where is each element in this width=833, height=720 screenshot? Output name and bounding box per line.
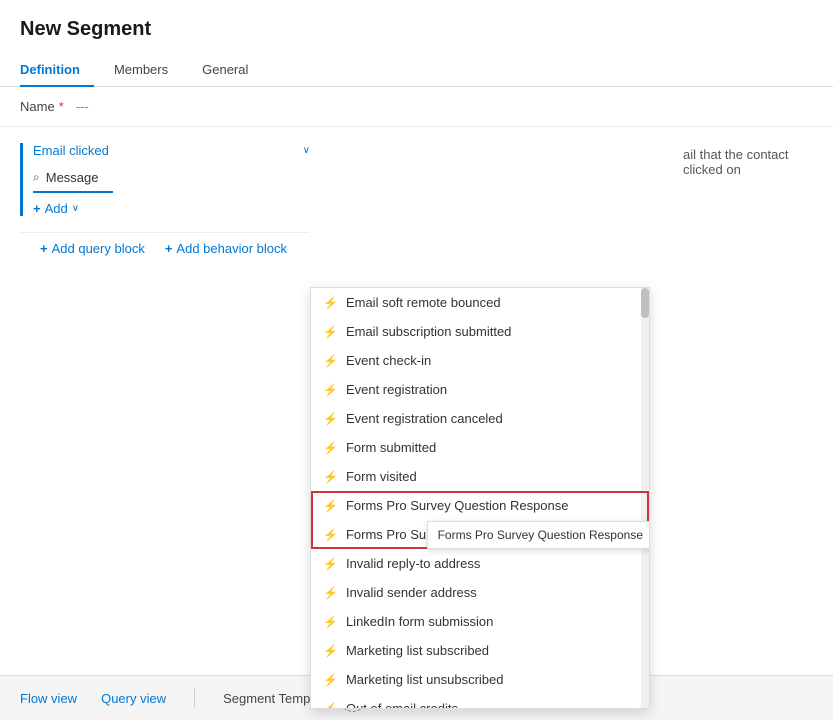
item-label: Email soft remote bounced	[346, 295, 501, 310]
item-label: Event registration canceled	[346, 411, 503, 426]
lightning-icon: ⚡	[323, 528, 338, 542]
item-label: Invalid sender address	[346, 585, 477, 600]
item-label: Marketing list subscribed	[346, 643, 489, 658]
lightning-icon: ⚡	[323, 412, 338, 426]
lightning-icon: ⚡	[323, 383, 338, 397]
lightning-icon: ⚡	[323, 470, 338, 484]
chevron-down-icon: ∨	[303, 145, 310, 156]
tab-members[interactable]: Members	[114, 54, 182, 87]
page-title: New Segment	[20, 18, 813, 41]
item-label: Forms Pro Survey Question Response	[346, 498, 569, 513]
add-label: Add	[45, 201, 68, 216]
item-label: Event registration	[346, 382, 447, 397]
lightning-icon: ⚡	[323, 325, 338, 339]
list-item[interactable]: ⚡ Form submitted	[311, 433, 649, 462]
list-item[interactable]: ⚡ Form visited	[311, 462, 649, 491]
list-item[interactable]: ⚡ Email subscription submitted	[311, 317, 649, 346]
name-value: ---	[76, 99, 89, 114]
tab-definition[interactable]: Definition	[20, 54, 94, 87]
lightning-icon: ⚡	[323, 354, 338, 368]
bottom-bar: + Add query block + Add behavior block	[20, 232, 310, 264]
query-block: Email clicked ∨ ⌕ Message + Add ∨	[20, 143, 310, 216]
block-title[interactable]: Email clicked ∨	[33, 143, 310, 158]
list-item[interactable]: ⚡ Invalid reply-to address	[311, 549, 649, 578]
lightning-icon: ⚡	[323, 615, 338, 629]
page-container: New Segment Definition Members General N…	[0, 0, 833, 720]
item-label: Form visited	[346, 469, 417, 484]
item-label: Invalid reply-to address	[346, 556, 480, 571]
add-behavior-block-button[interactable]: + Add behavior block	[165, 241, 287, 256]
message-text: Message	[46, 170, 99, 185]
add-row[interactable]: + Add ∨	[33, 201, 310, 216]
search-icon: ⌕	[33, 170, 40, 185]
tooltip-text: Forms Pro Survey Question Response	[438, 528, 643, 542]
list-item[interactable]: ⚡ Email soft remote bounced	[311, 288, 649, 317]
list-item[interactable]: ⚡ LinkedIn form submission	[311, 607, 649, 636]
item-label: Email subscription submitted	[346, 324, 511, 339]
list-item[interactable]: ⚡ Event registration canceled	[311, 404, 649, 433]
scrollbar-thumb[interactable]	[641, 288, 649, 318]
lightning-icon: ⚡	[323, 644, 338, 658]
lightning-icon: ⚡	[323, 586, 338, 600]
plus-icon: +	[40, 241, 48, 256]
lightning-icon: ⚡	[323, 673, 338, 687]
add-behavior-block-label: Add behavior block	[176, 241, 287, 256]
message-underline	[33, 191, 113, 193]
list-item[interactable]: ⚡ Event check-in	[311, 346, 649, 375]
item-label: Event check-in	[346, 353, 431, 368]
add-query-block-label: Add query block	[52, 241, 145, 256]
forms-pro-submitted-item[interactable]: ⚡ Forms Pro Survey Submitted Forms Pro S…	[311, 520, 649, 549]
tooltip-box: Forms Pro Survey Question Response	[427, 521, 649, 549]
lightning-icon: ⚡	[323, 441, 338, 455]
item-label: Marketing list unsubscribed	[346, 672, 504, 687]
lightning-icon: ⚡	[323, 499, 338, 513]
left-panel: Email clicked ∨ ⌕ Message + Add ∨ +	[0, 143, 310, 264]
list-item[interactable]: ⚡ Invalid sender address	[311, 578, 649, 607]
message-row: ⌕ Message	[33, 166, 310, 189]
query-view-link[interactable]: Query view	[101, 691, 166, 706]
item-label: LinkedIn form submission	[346, 614, 493, 629]
right-partial-text: ail that the contact clicked on	[673, 127, 833, 197]
lightning-icon: ⚡	[323, 702, 338, 709]
list-item[interactable]: ⚡ Marketing list unsubscribed	[311, 665, 649, 694]
lightning-icon: ⚡	[323, 557, 338, 571]
block-title-text: Email clicked	[33, 143, 109, 158]
list-item[interactable]: ⚡ Out of email credits	[311, 694, 649, 708]
dropdown-menu: ⚡ Email soft remote bounced ⚡ Email subs…	[310, 287, 650, 709]
chevron-down-icon: ∨	[72, 203, 79, 214]
item-label: Form submitted	[346, 440, 436, 455]
tabs-bar: Definition Members General	[0, 53, 833, 87]
forms-pro-question-item[interactable]: ⚡ Forms Pro Survey Question Response	[311, 491, 649, 520]
list-item[interactable]: ⚡ Event registration	[311, 375, 649, 404]
item-label: Out of email credits	[346, 701, 458, 708]
page-header: New Segment	[0, 0, 833, 49]
add-query-block-button[interactable]: + Add query block	[40, 241, 145, 256]
list-item[interactable]: ⚡ Marketing list subscribed	[311, 636, 649, 665]
main-area: Email clicked ∨ ⌕ Message + Add ∨ +	[0, 127, 833, 264]
dropdown-scrollable[interactable]: ⚡ Email soft remote bounced ⚡ Email subs…	[311, 288, 649, 708]
plus-icon: +	[165, 241, 173, 256]
right-context-text: ail that the contact clicked on	[683, 147, 789, 177]
name-label: Name	[20, 99, 55, 114]
tab-general[interactable]: General	[202, 54, 262, 87]
footer-divider	[194, 688, 195, 708]
name-row: Name * ---	[0, 87, 833, 127]
lightning-icon: ⚡	[323, 296, 338, 310]
plus-icon: +	[33, 201, 41, 216]
name-required: *	[59, 99, 64, 114]
flow-view-link[interactable]: Flow view	[20, 691, 77, 706]
